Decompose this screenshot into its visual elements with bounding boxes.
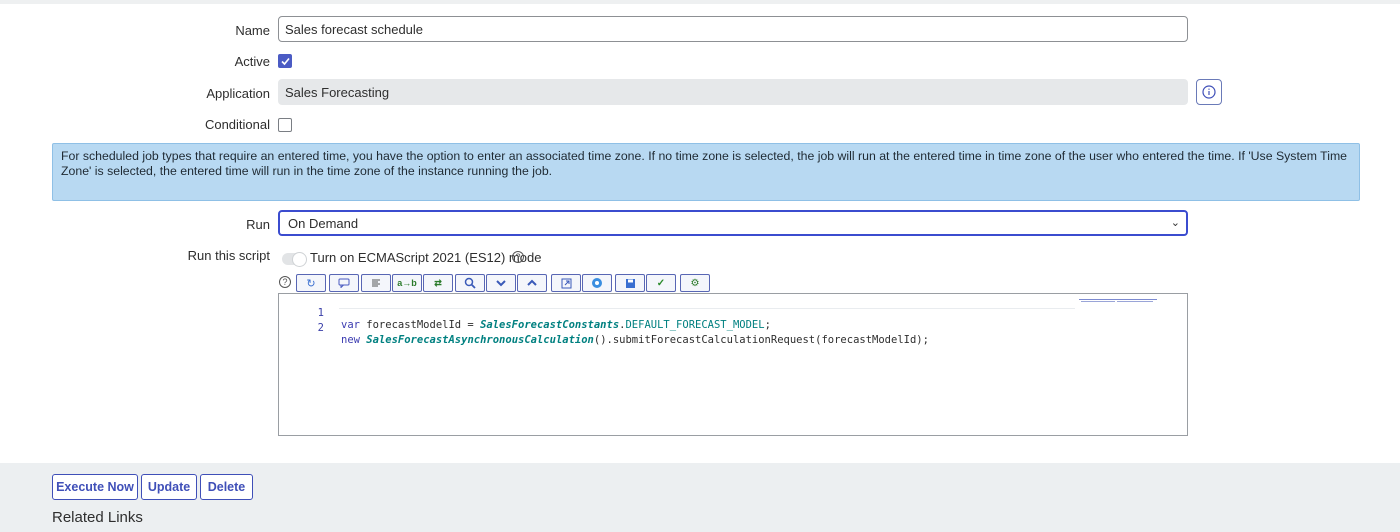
update-button[interactable]: Update (141, 474, 197, 500)
replace-all-button[interactable]: ⇄ (423, 274, 453, 292)
comment-icon (338, 278, 350, 288)
es12-help-icon[interactable]: ? (512, 251, 524, 263)
name-field[interactable]: Sales forecast schedule (278, 16, 1188, 42)
checkmark-icon (281, 57, 290, 66)
form-footer: Execute Now Update Delete Related Links (0, 463, 1400, 532)
script-tree-icon: ⚙ (690, 277, 700, 289)
search-button[interactable] (455, 274, 485, 292)
toggle-syntax-button[interactable]: ↻ (296, 274, 326, 292)
name-label: Name (235, 23, 270, 38)
code-text: new SalesForecastAsynchronousCalculation… (341, 334, 929, 346)
find-previous-button[interactable] (517, 274, 547, 292)
help-icon[interactable]: ? (279, 276, 291, 288)
search-icon (464, 277, 476, 289)
save-icon (625, 278, 635, 288)
schedule-form: Name Sales forecast schedule Active Appl… (0, 4, 1400, 463)
application-field: Sales Forecasting (278, 79, 1188, 105)
active-checkbox[interactable] (278, 54, 292, 68)
toggle-syntax-icon: ↻ (306, 277, 316, 290)
check-syntax-button[interactable]: ✓ (646, 274, 676, 292)
script-debugger-icon (592, 278, 602, 288)
es12-toggle-label: Turn on ECMAScript 2021 (ES12) mode (310, 250, 542, 265)
run-label: Run (246, 217, 270, 232)
conditional-checkbox[interactable] (278, 118, 292, 132)
chevron-down-icon: ⌄ (1170, 217, 1180, 229)
fullscreen-button[interactable] (551, 274, 581, 292)
check-syntax-icon: ✓ (656, 277, 666, 289)
code-line: 1 var forecastModelId = SalesForecastCon… (279, 295, 1079, 331)
info-icon (1202, 85, 1216, 99)
application-info-button[interactable] (1196, 79, 1222, 105)
code-minimap[interactable] (1079, 294, 1157, 302)
fullscreen-icon (561, 278, 571, 288)
code-line: 2 new SalesForecastAsynchronousCalculati… (279, 310, 1079, 346)
application-label: Application (206, 86, 270, 101)
delete-button[interactable]: Delete (200, 474, 253, 500)
conditional-label: Conditional (204, 117, 270, 132)
es12-toggle[interactable] (282, 252, 307, 267)
run-select-value: On Demand (288, 216, 359, 231)
script-tree-button[interactable]: ⚙ (680, 274, 710, 292)
replace-icon: a→b (397, 278, 417, 288)
line-number: 2 (317, 322, 324, 334)
replace-all-icon: ⇄ (434, 277, 442, 288)
execute-now-button[interactable]: Execute Now (52, 474, 138, 500)
active-label: Active (234, 54, 270, 69)
timezone-notice: For scheduled job types that require an … (52, 143, 1360, 201)
find-next-button[interactable] (486, 274, 516, 292)
replace-button[interactable]: a→b (392, 274, 422, 292)
script-label: Run this script (187, 248, 270, 263)
comment-button[interactable] (329, 274, 359, 292)
next-icon (496, 280, 506, 287)
format-code-button[interactable] (361, 274, 391, 292)
script-debugger-button[interactable] (582, 274, 612, 292)
format-code-icon (372, 279, 380, 287)
script-editor[interactable]: 1 var forecastModelId = SalesForecastCon… (278, 293, 1188, 436)
related-links-heading: Related Links (52, 509, 143, 526)
previous-icon (527, 279, 537, 286)
run-select[interactable]: On Demand ⌄ (278, 210, 1188, 236)
save-button[interactable] (615, 274, 645, 292)
